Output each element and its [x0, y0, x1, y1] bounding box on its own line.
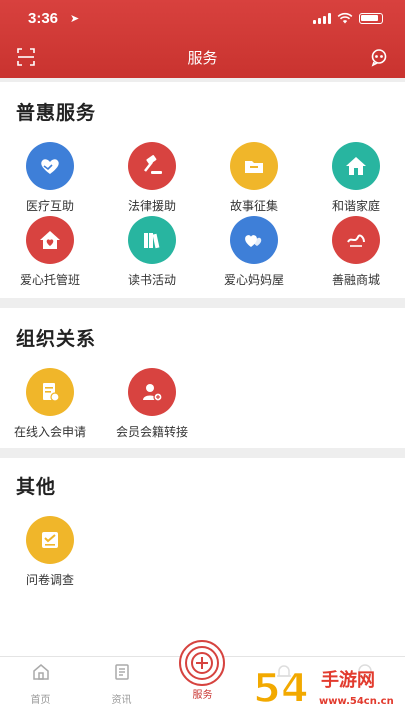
section-title: 组织关系	[16, 329, 97, 350]
house-icon	[332, 142, 380, 190]
tab-home[interactable]: 首页	[0, 657, 81, 720]
tab-label: 首页	[30, 695, 51, 706]
nav-bar: 服务	[0, 40, 405, 74]
section-other: 其他 问卷调查	[0, 458, 405, 656]
service-medical-mutual-aid[interactable]: 医疗互助	[4, 142, 96, 214]
status-indicators	[313, 12, 383, 24]
message-icon[interactable]	[369, 47, 389, 67]
wifi-icon	[337, 12, 353, 24]
survey-icon	[26, 516, 74, 564]
folder-icon	[230, 142, 278, 190]
watermark-logo: 54 手游网 www.54cn.cn	[252, 665, 394, 713]
service-label: 故事征集	[229, 199, 278, 213]
svg-text:54: 54	[253, 666, 309, 712]
application-form-icon	[26, 368, 74, 416]
section-title: 普惠服务	[16, 103, 97, 124]
service-care-class[interactable]: 爱心托管班	[4, 216, 96, 288]
service-label: 善融商城	[331, 273, 380, 287]
service-harmonious-family[interactable]: 和谐家庭	[310, 142, 402, 214]
home-icon	[32, 664, 49, 680]
service-label: 问卷调查	[25, 573, 74, 587]
service-story-collection[interactable]: 故事征集	[208, 142, 300, 214]
service-mother-room[interactable]: 爱心妈妈屋	[208, 216, 300, 288]
location-arrow-icon: ➤	[70, 13, 80, 25]
service-online-join-application[interactable]: 在线入会申请	[4, 368, 96, 440]
section-title: 其他	[16, 477, 57, 498]
page-title: 服务	[187, 50, 218, 67]
service-label: 会员会籍转接	[115, 425, 188, 439]
service-survey[interactable]: 问卷调查	[4, 516, 96, 588]
service-legal-aid[interactable]: 法律援助	[106, 142, 198, 214]
heart-house-icon	[26, 216, 74, 264]
service-label: 爱心托管班	[19, 273, 80, 287]
app-header: 3:36 ➤ 服务	[0, 0, 405, 78]
books-icon	[128, 216, 176, 264]
tab-news[interactable]: 资讯	[81, 657, 162, 720]
battery-icon	[359, 12, 383, 24]
status-bar: 3:36 ➤	[0, 0, 405, 38]
service-label: 读书活动	[127, 273, 176, 287]
shop-logo-icon	[332, 216, 380, 264]
service-label: 在线入会申请	[13, 425, 86, 439]
section-organization: 组织关系 在线入会申请 会员会籍转接	[0, 308, 405, 448]
svg-text:手游网: 手游网	[321, 669, 375, 691]
svg-text:www.54cn.cn: www.54cn.cn	[319, 696, 394, 707]
cellular-signal-icon	[313, 12, 331, 24]
section-puhui-services: 普惠服务 医疗互助 法律援助 故事征集 和谐家庭 爱心托管班 读书活动 爱心妈妈…	[0, 82, 405, 298]
hearts-icon	[230, 216, 278, 264]
union-logo-icon	[185, 646, 219, 680]
status-time: 3:36	[28, 10, 59, 27]
gavel-icon	[128, 142, 176, 190]
service-member-transfer[interactable]: 会员会籍转接	[106, 368, 198, 440]
tab-label: 资讯	[111, 695, 132, 706]
handshake-heart-icon	[26, 142, 74, 190]
tab-label: 服务	[192, 690, 213, 701]
news-icon	[114, 664, 129, 680]
service-shanrong-mall[interactable]: 善融商城	[310, 216, 402, 288]
service-label: 爱心妈妈屋	[223, 273, 284, 287]
service-label: 和谐家庭	[331, 199, 380, 213]
service-reading-activity[interactable]: 读书活动	[106, 216, 198, 288]
service-label: 法律援助	[127, 199, 176, 213]
service-center-button[interactable]	[179, 640, 225, 686]
service-label: 医疗互助	[25, 199, 74, 213]
member-transfer-icon	[128, 368, 176, 416]
